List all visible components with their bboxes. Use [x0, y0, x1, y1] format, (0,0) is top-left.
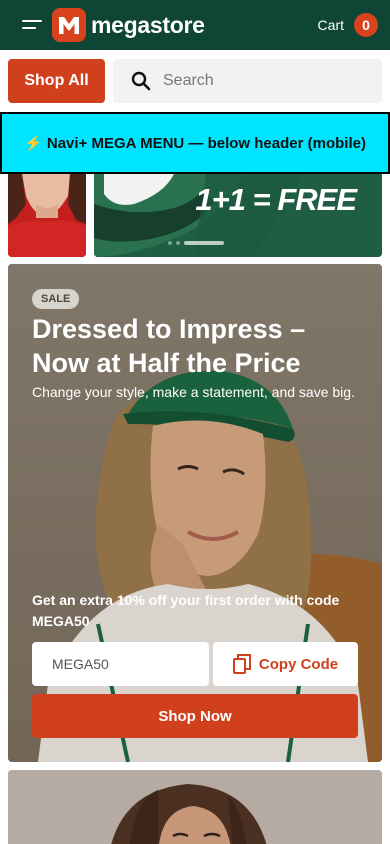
offer-text: Get an extra 10% off your first order wi… — [32, 592, 340, 629]
promo-carousel[interactable]: 1+1 = FREE — [0, 174, 390, 257]
carousel-slide-previous[interactable] — [8, 174, 86, 257]
copy-code-label: Copy Code — [258, 655, 339, 673]
shop-now-button[interactable]: Shop Now — [32, 694, 358, 738]
next-promo-card[interactable] — [8, 770, 382, 844]
carousel-dot-active[interactable] — [184, 241, 224, 245]
mega-menu-banner[interactable]: ⚡ Navi+ MEGA MENU — below header (mobile… — [0, 112, 390, 174]
logo-mark — [52, 8, 86, 42]
next-model-photo-image — [8, 770, 382, 844]
carousel-dot[interactable] — [176, 241, 180, 245]
search-box[interactable] — [113, 59, 382, 103]
logo-text: megastore — [91, 11, 205, 38]
sale-badge: SALE — [32, 289, 80, 309]
logo[interactable]: megastore — [52, 8, 205, 42]
hero-title: Dressed to Impress – Now at Half the Pri… — [32, 314, 306, 378]
copy-icon — [232, 654, 251, 674]
menu-icon[interactable] — [22, 18, 44, 32]
carousel-slide-active[interactable]: 1+1 = FREE — [94, 174, 382, 257]
cart-count-badge: 0 — [354, 13, 378, 37]
search-icon — [131, 71, 151, 91]
promo-headline: 1+1 = FREE — [195, 182, 357, 217]
coupon-code-field[interactable] — [32, 642, 209, 686]
model-photo-image — [8, 174, 86, 257]
shop-all-button[interactable]: Shop All — [8, 59, 105, 103]
page: megastore Cart 0 Shop All ⚡ Navi+ MEGA M… — [0, 0, 390, 844]
cart-button[interactable]: Cart 0 — [318, 13, 378, 37]
logo-m-icon — [59, 17, 79, 34]
search-row: Shop All — [8, 59, 382, 103]
coupon-row: Copy Code — [32, 642, 358, 686]
carousel-dot[interactable] — [168, 241, 172, 245]
search-input[interactable] — [163, 72, 353, 90]
cart-label: Cart — [317, 17, 344, 33]
hero-subtitle: Change your style, make a statement, and… — [32, 384, 355, 400]
site-header: megastore Cart 0 — [0, 0, 390, 50]
carousel-dots[interactable] — [168, 241, 224, 245]
hero-card: SALE Dressed to Impress – Now at Half th… — [8, 264, 382, 762]
copy-code-button[interactable]: Copy Code — [213, 642, 358, 686]
